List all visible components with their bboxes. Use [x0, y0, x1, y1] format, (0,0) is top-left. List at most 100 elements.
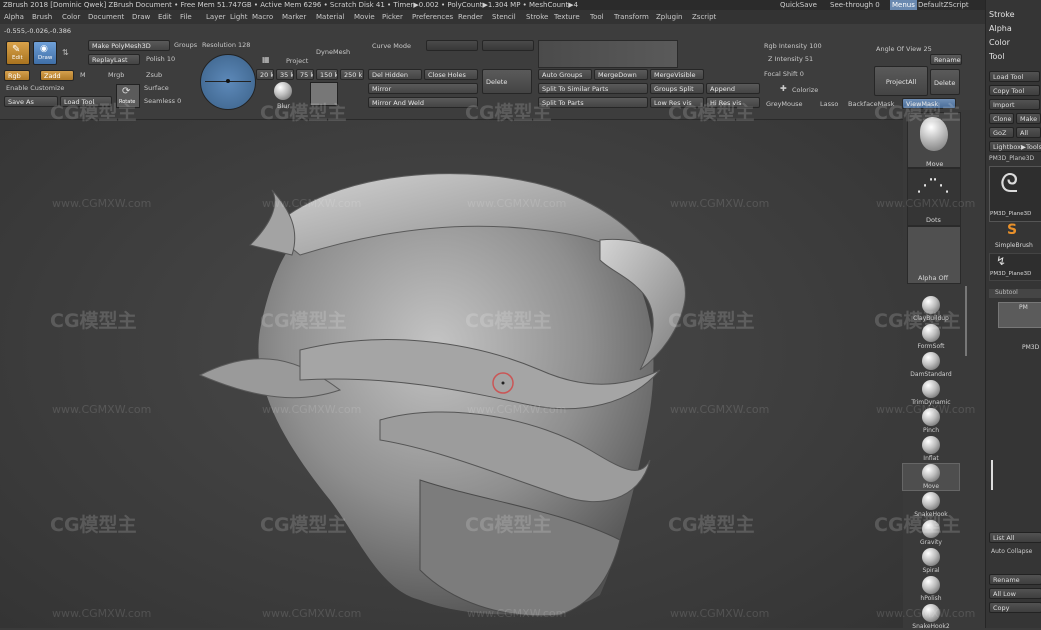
menu-movie[interactable]: Movie — [354, 13, 375, 21]
import-button[interactable]: Import — [989, 99, 1040, 110]
menu-zscript[interactable]: Zscript — [692, 13, 716, 21]
all-low-button[interactable]: All Low — [989, 588, 1041, 599]
goz-button[interactable]: GoZ — [989, 127, 1014, 138]
split-similar-button[interactable]: Split To Similar Parts — [538, 83, 648, 94]
copy-subtool-button[interactable]: Copy — [989, 602, 1041, 613]
z-intensity-slider[interactable]: Z Intensity 51 — [768, 55, 813, 63]
menu-color[interactable]: Color — [62, 13, 80, 21]
menu-marker[interactable]: Marker — [282, 13, 306, 21]
move-icon[interactable]: ⇅ — [62, 48, 69, 57]
menu-stencil[interactable]: Stencil — [492, 13, 516, 21]
alpha-off-thumb[interactable]: Alpha Off — [907, 226, 961, 284]
replaylast-button[interactable]: ReplayLast — [88, 54, 140, 65]
copy-tool-button[interactable]: Copy Tool — [989, 85, 1040, 96]
brush-item-inflat[interactable]: Inflat — [903, 436, 959, 462]
menu-material[interactable]: Material — [316, 13, 344, 21]
res-35k-button[interactable]: 35 k — [276, 69, 294, 80]
tray-alpha[interactable]: Alpha — [989, 24, 1012, 33]
quicksave-button[interactable]: QuickSave — [780, 0, 817, 10]
make-polymesh-button[interactable]: Make PolyMesh3D — [88, 40, 170, 51]
res-75k-button[interactable]: 75 k — [296, 69, 314, 80]
all-button[interactable]: All — [1016, 127, 1041, 138]
brush-item-move[interactable]: Move — [902, 463, 960, 491]
auto-collapse-toggle[interactable]: Auto Collapse — [991, 548, 1032, 555]
brush-item-spiral[interactable]: Spiral — [903, 548, 959, 574]
curve-slider-a[interactable] — [426, 40, 478, 51]
res-250k-button[interactable]: 250 k — [340, 69, 364, 80]
groups-label[interactable]: Groups — [174, 41, 197, 49]
append-button[interactable]: Append — [706, 83, 760, 94]
brush-size-preview[interactable] — [200, 54, 256, 110]
mrgb-toggle[interactable]: Mrgb — [108, 71, 124, 79]
delete-subtool-button[interactable]: Delete — [930, 69, 960, 95]
menu-picker[interactable]: Picker — [382, 13, 403, 21]
greymouse-label[interactable]: GreyMouse — [766, 100, 803, 108]
menu-tool[interactable]: Tool — [590, 13, 604, 21]
focal-shift-slider[interactable]: Focal Shift 0 — [764, 70, 804, 78]
load-tool-panel-button[interactable]: Load Tool — [989, 71, 1040, 82]
list-all-button[interactable]: List All — [989, 532, 1041, 543]
menu-preferences[interactable]: Preferences — [412, 13, 453, 21]
menu-macro[interactable]: Macro — [252, 13, 273, 21]
colorize-toggle[interactable]: Colorize — [792, 86, 818, 94]
mirror-button[interactable]: Mirror — [368, 83, 478, 94]
groups-split-button[interactable]: Groups Split — [650, 83, 704, 94]
menu-light[interactable]: Light — [230, 13, 247, 21]
curve-mode-label[interactable]: Curve Mode — [372, 42, 411, 50]
rgb-intensity-slider[interactable]: Rgb Intensity 100 — [764, 42, 822, 50]
rename-button[interactable]: Rename — [930, 54, 962, 65]
close-holes-button[interactable]: Close Holes — [424, 69, 478, 80]
resolution-slider[interactable]: Resolution 128 — [202, 41, 250, 49]
angle-of-view-slider[interactable]: Angle Of View 25 — [876, 45, 932, 53]
subtool-item-2[interactable]: PM3D — [998, 328, 1041, 352]
menu-render[interactable]: Render — [458, 13, 483, 21]
lightbox-tools-button[interactable]: Lightbox▶Tools — [989, 141, 1041, 152]
clone-button[interactable]: Clone — [989, 113, 1014, 124]
color-picker-strip[interactable] — [538, 40, 678, 68]
zadd-button[interactable]: Zadd — [40, 70, 74, 81]
lasso-label[interactable]: Lasso — [820, 100, 838, 108]
subtool-item-1[interactable]: PM — [998, 302, 1041, 328]
brush-item-hpolish[interactable]: hPolish — [903, 576, 959, 602]
subtool-scrollbar[interactable] — [991, 460, 993, 490]
menu-zplugin[interactable]: Zplugin — [656, 13, 682, 21]
simplebrush-thumb[interactable]: S SimpleBrush — [989, 222, 1041, 252]
menu-stroke[interactable]: Stroke — [526, 13, 548, 21]
tray-stroke[interactable]: Stroke — [989, 10, 1015, 19]
mirror-weld-button[interactable]: Mirror And Weld — [368, 97, 478, 108]
menu-draw[interactable]: Draw — [132, 13, 150, 21]
del-hidden-button[interactable]: Del Hidden — [368, 69, 422, 80]
menu-file[interactable]: File — [180, 13, 192, 21]
draw-button[interactable]: ◉ Draw — [33, 41, 57, 65]
auto-groups-button[interactable]: Auto Groups — [538, 69, 592, 80]
brush-list-scrollbar[interactable] — [965, 286, 967, 356]
polish-slider[interactable]: Polish 10 — [146, 55, 175, 63]
merge-visible-button[interactable]: MergeVisible — [650, 69, 704, 80]
m-toggle[interactable]: M — [80, 71, 86, 79]
res-20k-button[interactable]: 20 k — [256, 69, 274, 80]
menu-transform[interactable]: Transform — [614, 13, 649, 21]
menu-brush[interactable]: Brush — [32, 13, 52, 21]
subtool-header[interactable]: Subtool — [989, 289, 1041, 298]
menu-edit[interactable]: Edit — [158, 13, 172, 21]
menu-layer[interactable]: Layer — [206, 13, 226, 21]
tool-thumb-main[interactable]: ᘓ PM3D_Plane3D — [989, 166, 1041, 222]
tray-color[interactable]: Color — [989, 38, 1010, 47]
dynamesh-label[interactable]: DyneMesh — [316, 48, 350, 56]
tray-tool[interactable]: Tool — [989, 52, 1005, 61]
delete-button[interactable]: Delete — [482, 69, 532, 94]
menus-button[interactable]: Menus — [890, 0, 917, 10]
menu-texture[interactable]: Texture — [554, 13, 580, 21]
default-zscript-button[interactable]: DefaultZScript — [918, 0, 969, 10]
menu-alpha[interactable]: Alpha — [4, 13, 24, 21]
edit-button[interactable]: ✎ Edit — [6, 41, 30, 65]
curve-slider-b[interactable] — [482, 40, 534, 51]
zsub-toggle[interactable]: Zsub — [146, 71, 162, 79]
seamless-slider[interactable]: Seamless 0 — [144, 97, 181, 105]
tool-thumb-secondary[interactable]: ↯ PM3D_Plane3D — [989, 253, 1041, 281]
project-label[interactable]: Project — [286, 57, 308, 65]
project-all-button[interactable]: ProjectAll — [874, 66, 928, 96]
make-polymesh-panel-button[interactable]: Make P — [1016, 113, 1041, 124]
see-through-slider[interactable]: See-through 0 — [830, 0, 880, 10]
brush-item-damstandard[interactable]: DamStandard — [903, 352, 959, 378]
